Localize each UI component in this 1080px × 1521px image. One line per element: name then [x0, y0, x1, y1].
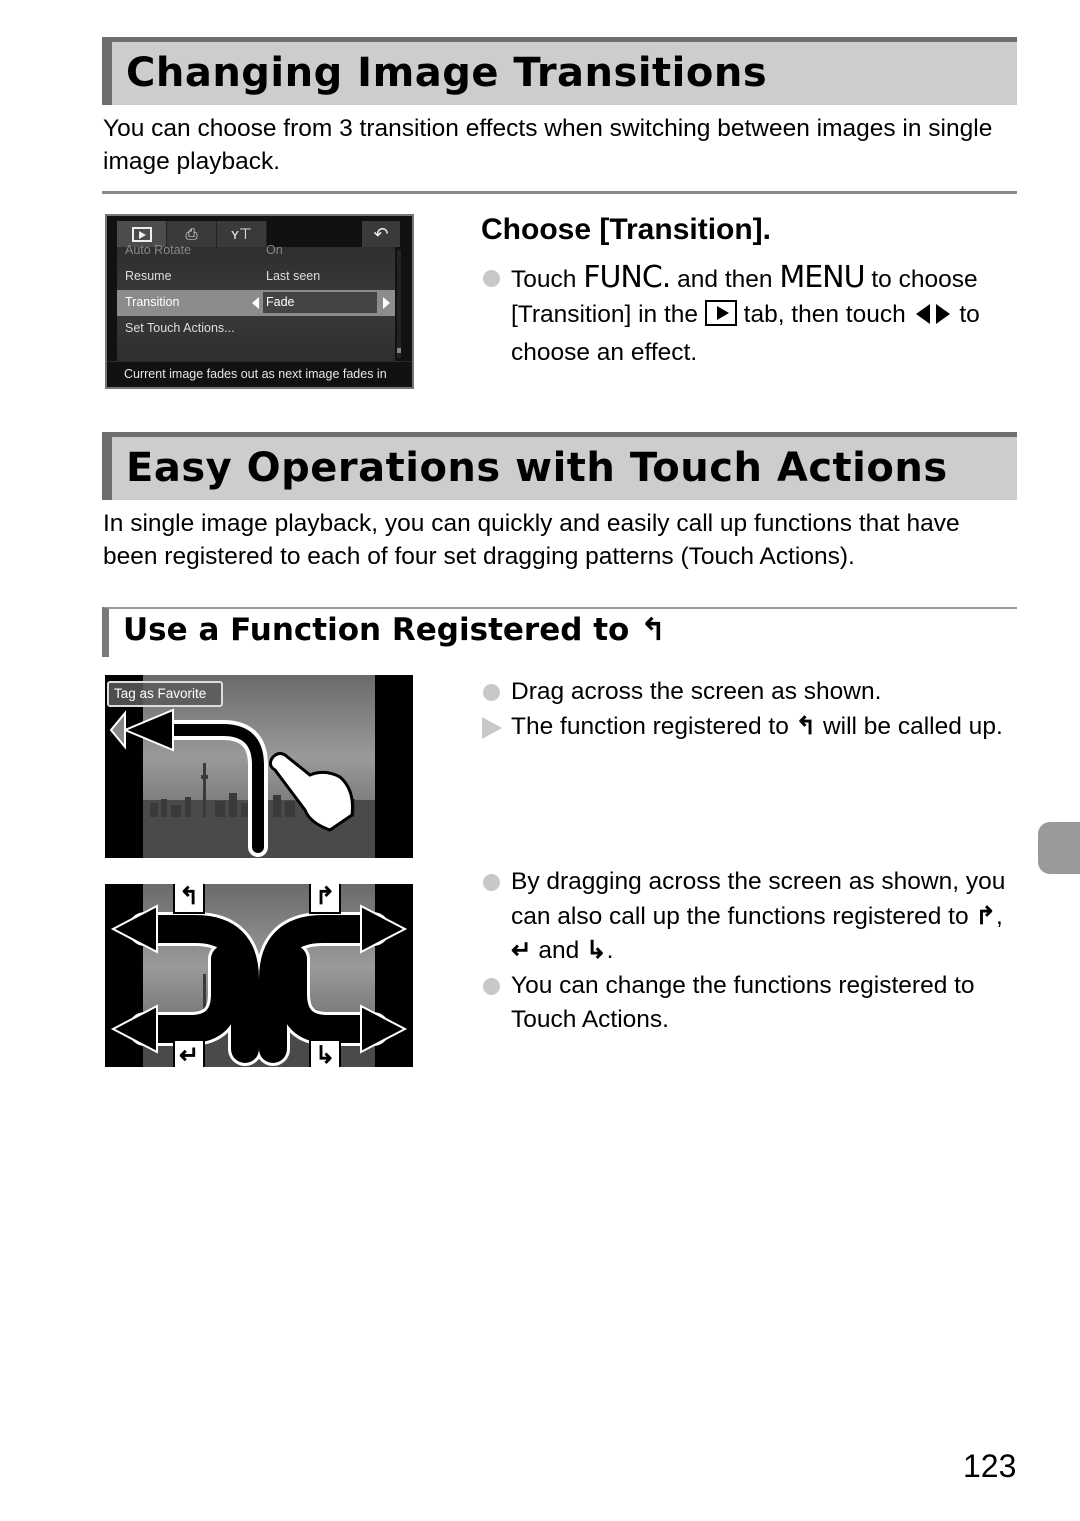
bullet-dot-icon — [483, 874, 500, 891]
instruction-bullet: You can change the functions registered … — [481, 969, 1026, 1038]
section-title: Easy Operations with Touch Actions — [126, 445, 948, 491]
chapter-tab-marker — [1038, 822, 1080, 874]
section-intro: You can choose from 3 transition effects… — [103, 115, 993, 175]
instruction-list: Drag across the screen as shown. The fun… — [481, 675, 1026, 744]
instruction-bullet: Drag across the screen as shown. — [481, 675, 1026, 710]
drag-up-left-icon: ↰ — [173, 884, 205, 914]
function-label: Tag as Favorite — [107, 681, 223, 707]
result-arrow-icon — [482, 716, 502, 739]
left-right-arrows-icon — [913, 302, 953, 337]
divider — [102, 191, 1017, 194]
menu-list: Auto Rotate On Resume Last seen Transiti… — [117, 243, 395, 362]
step-instructions: Touch FUNC. and then MENU to choose [Tra… — [481, 260, 1026, 371]
instruction-bullet: Touch FUNC. and then MENU to choose [Tra… — [481, 260, 1026, 371]
bullet-dot-icon — [483, 270, 500, 287]
menu-row-selected: Transition Fade — [117, 290, 395, 316]
page-number: 123 — [963, 1448, 1017, 1484]
func-label: FUNC. — [583, 260, 671, 295]
section-intro: In single image playback, you can quickl… — [103, 510, 960, 570]
section-banner-transitions: Changing Image Transitions — [102, 37, 1017, 105]
camera-menu-screenshot: ⎙ ʏ⊤ ↶ Auto Rotate On Resume Last seen T… — [105, 214, 414, 389]
instruction-list: By dragging across the screen as shown, … — [481, 865, 1026, 1038]
menu-row: Resume Last seen — [125, 269, 321, 283]
touch-action-illustration: Tag as Favorite — [105, 675, 413, 858]
right-arrow-icon — [383, 297, 390, 309]
drag-down-left-icon: ↵ — [173, 1039, 205, 1067]
bullet-dot-icon — [483, 684, 500, 701]
drag-up-left-icon: ↰ — [640, 612, 667, 648]
subsection-heading: Use a Function Registered to ↰ — [102, 607, 1017, 657]
section-banner-touch-actions: Easy Operations with Touch Actions — [102, 432, 1017, 500]
playback-tab-icon — [704, 299, 737, 326]
result-bullet: The function registered to ↰ will be cal… — [481, 710, 1026, 745]
menu-row: Set Touch Actions... — [125, 321, 235, 335]
drag-down-right-icon: ↳ — [309, 1039, 341, 1067]
drag-up-right-icon: ↱ — [309, 884, 341, 914]
scrollbar — [397, 250, 401, 358]
drag-up-left-icon: ↰ — [795, 712, 817, 740]
drag-down-right-icon: ↳ — [586, 937, 607, 964]
left-arrow-icon — [252, 297, 259, 309]
touch-actions-diagram: ↰ ↱ ↵ ↳ — [105, 884, 413, 1067]
instruction-bullet: By dragging across the screen as shown, … — [481, 865, 1026, 969]
menu-help-text: Current image fades out as next image fa… — [107, 361, 412, 387]
menu-row: Auto Rotate On — [125, 243, 283, 257]
step-title: Choose [Transition]. — [481, 213, 772, 246]
section-title: Changing Image Transitions — [126, 50, 768, 96]
menu-label: MENU — [779, 260, 865, 295]
drag-up-right-icon: ↱ — [975, 902, 996, 930]
drag-down-left-icon: ↵ — [511, 937, 532, 964]
bullet-dot-icon — [483, 977, 500, 995]
